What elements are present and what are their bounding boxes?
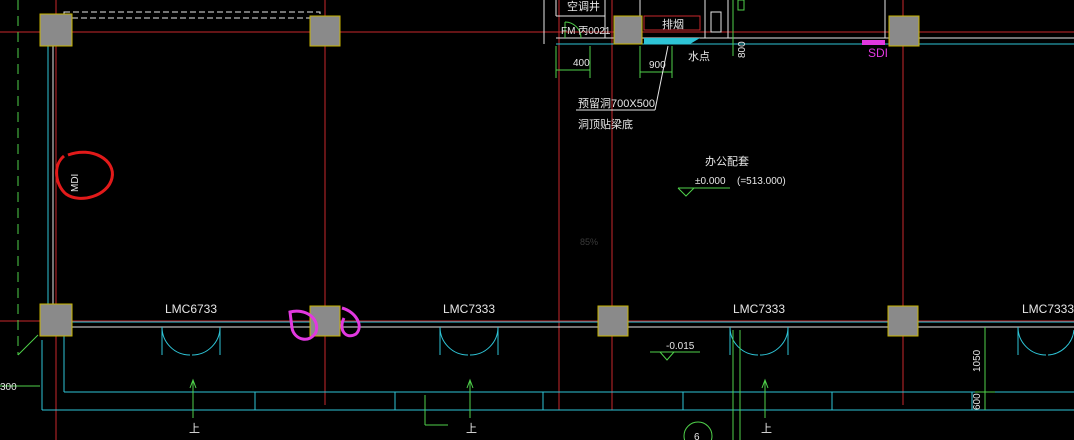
cad-floor-plan: 空调井 FM 丙0021 排烟 400 900 水点 800 SDI 预留洞70… [0,0,1074,440]
door-lmc7333-c [1017,326,1074,356]
sdi-marker [862,40,885,45]
label-door-3: LMC7333 [733,302,785,316]
door-lmc6733 [161,326,221,356]
column-a2 [309,15,341,47]
label-level-outdoor: -0.015 [666,341,695,352]
grid-lines [0,0,1074,440]
label-mdi: MDI [70,174,81,192]
column-a4 [613,15,643,45]
walls [41,0,1074,411]
level-triangle-indoor [677,187,695,197]
label-stair-up-3: 上 [761,422,772,435]
column-a1 [39,13,73,47]
column-b4 [597,305,629,337]
beam-top-dashed [63,11,321,19]
label-water-point: 水点 [688,50,710,63]
red-markup-circle [55,150,114,200]
label-room-name: 办公配套 [705,155,749,168]
label-door-2: LMC7333 [443,302,495,316]
dimensions [189,0,995,440]
label-door-1: LMC6733 [165,302,217,316]
label-dim-1050: 1050 [972,349,983,372]
dim-box-top [737,0,745,11]
label-exhaust: 排烟 [662,17,684,31]
door-lmc7333-b [729,326,789,356]
label-hole-note: 洞顶贴梁底 [578,117,633,131]
level-triangle-outdoor [659,351,675,361]
leader-left [17,334,39,356]
column-b1 [39,303,73,337]
columns [39,13,920,337]
label-door-4: LMC7333 [1022,302,1074,316]
label-dim-600: 600 [972,393,983,410]
label-reserved-hole: 预留洞700X500 [578,97,655,110]
label-dim-300: 300 [0,382,17,393]
label-ac-shaft: 空调井 [567,0,600,13]
column-a5 [888,15,920,47]
label-elevation-abs: (=513.000) [737,176,786,187]
column-b5 [887,305,919,337]
label-fm-door: FM 丙0021 [561,26,611,37]
label-stair-up-1: 上 [189,422,200,435]
label-stair-up-2: 上 [466,422,477,435]
water-hatch [644,38,700,44]
water-box [710,11,722,33]
label-dim-400: 400 [573,58,590,69]
label-grid-6: 6 [694,432,700,440]
label-watermark: 85% [580,237,598,247]
label-dim-800: 800 [737,41,748,58]
door-lmc7333-a [439,326,499,356]
label-elevation: ±0.000 [695,176,726,187]
label-dim-900: 900 [649,60,666,71]
label-sdi: SDI [868,46,888,60]
